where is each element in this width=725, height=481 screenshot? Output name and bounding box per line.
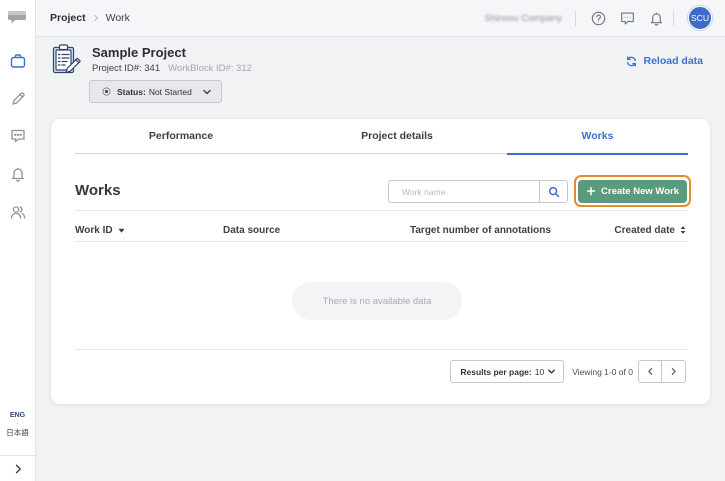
tab-project-details[interactable]: Project details	[287, 119, 507, 155]
column-header-data-source: Data source	[223, 223, 280, 237]
works-title: Works	[75, 182, 121, 199]
language-english[interactable]: ENG	[10, 411, 25, 420]
chevron-right-icon	[92, 14, 100, 22]
project-ids: Project ID#: 341 WorkBlock ID#: 312	[92, 63, 252, 74]
chevron-down-icon	[203, 89, 211, 94]
sidebar: ENG · 日本語	[0, 0, 36, 481]
expand-sidebar-button[interactable]	[10, 461, 25, 476]
help-button[interactable]	[590, 10, 606, 26]
radio-dot-icon	[102, 87, 111, 96]
sort-both-icon	[680, 226, 686, 234]
column-header-created-date[interactable]: Created date	[614, 223, 686, 237]
plus-icon	[586, 186, 596, 196]
sidebar-item-annotate[interactable]	[9, 90, 27, 108]
project-name: Sample Project	[92, 45, 186, 60]
column-header-work-id[interactable]: Work ID	[75, 223, 125, 237]
page-nav	[638, 360, 686, 383]
message-square-icon	[11, 129, 25, 143]
company-name: Shinsou Company	[484, 12, 562, 24]
pencil-icon	[12, 92, 25, 105]
reload-data-button[interactable]: Reload data	[626, 54, 703, 68]
create-button-highlight: Create New Work	[574, 175, 691, 207]
language-separator: ·	[16, 420, 19, 427]
viewing-range: Viewing 1-0 of 0	[572, 366, 633, 377]
chevron-right-icon	[15, 464, 21, 473]
column-label: Data source	[223, 224, 281, 236]
next-page-button[interactable]	[662, 360, 686, 383]
project-id: Project ID#: 341	[92, 63, 161, 74]
sidebar-item-notifications[interactable]	[9, 165, 27, 183]
question-circle-icon	[591, 11, 605, 25]
header-divider	[673, 10, 674, 26]
user-avatar[interactable]: SCU	[688, 6, 712, 30]
previous-page-button[interactable]	[638, 360, 662, 383]
column-label: Target number of annotations	[410, 224, 551, 236]
app-logo-icon[interactable]	[7, 10, 27, 25]
divider	[75, 349, 688, 350]
refresh-icon	[627, 55, 637, 67]
create-new-work-button[interactable]: Create New Work	[578, 179, 687, 203]
sidebar-item-users[interactable]	[9, 203, 27, 221]
header-divider	[575, 10, 576, 26]
column-label: Work ID	[75, 224, 113, 236]
results-per-page-select[interactable]: Results per page: 10	[450, 360, 565, 383]
breadcrumb: Project Work	[50, 11, 130, 25]
chevron-down-icon	[548, 369, 556, 374]
status-dropdown[interactable]: Status: Not Started	[89, 80, 222, 103]
status-value: Not Started	[148, 86, 192, 97]
clipboard-pencil-icon	[51, 43, 81, 75]
bell-icon	[650, 12, 662, 26]
column-header-target-annotations: Target number of annotations	[410, 223, 551, 237]
bell-icon	[12, 167, 24, 182]
pagination: Results per page: 10 Viewing 1-0 of 0	[450, 360, 686, 383]
results-per-page-value: 10	[534, 366, 545, 377]
workblock-id: WorkBlock ID#: 312	[168, 63, 252, 74]
empty-state: There is no available data	[292, 282, 462, 320]
reload-data-label: Reload data	[643, 55, 703, 67]
works-card: Performance Project details Works Works …	[50, 118, 711, 405]
chevron-right-icon	[671, 368, 676, 375]
tab-performance[interactable]: Performance	[75, 119, 287, 155]
results-per-page-label: Results per page:	[460, 366, 532, 377]
search-button[interactable]	[539, 180, 568, 203]
top-header: Project Work Shinsou Company SCU	[36, 0, 725, 37]
notifications-button[interactable]	[648, 10, 664, 26]
sidebar-item-messages[interactable]	[9, 127, 27, 145]
feedback-button[interactable]	[619, 10, 635, 26]
status-label: Status:	[117, 86, 146, 97]
tab-works[interactable]: Works	[507, 119, 688, 155]
header-actions: Shinsou Company SCU	[484, 6, 712, 30]
language-japanese[interactable]: 日本語	[6, 427, 29, 438]
search-icon	[548, 186, 559, 197]
sidebar-divider	[0, 455, 35, 456]
create-new-work-label: Create New Work	[601, 185, 679, 197]
chevron-left-icon	[647, 368, 652, 375]
briefcase-icon	[10, 54, 26, 68]
feedback-icon	[620, 12, 634, 24]
breadcrumb-current: Work	[105, 12, 130, 24]
column-label: Created date	[614, 224, 675, 236]
sort-down-icon	[118, 228, 125, 233]
sidebar-item-projects[interactable]	[9, 52, 27, 70]
divider	[75, 241, 688, 242]
users-icon	[10, 206, 26, 219]
language-switcher: ENG · 日本語	[0, 411, 35, 438]
divider	[75, 210, 688, 211]
breadcrumb-project-link[interactable]: Project	[50, 12, 86, 24]
work-name-search-input[interactable]	[388, 180, 540, 203]
